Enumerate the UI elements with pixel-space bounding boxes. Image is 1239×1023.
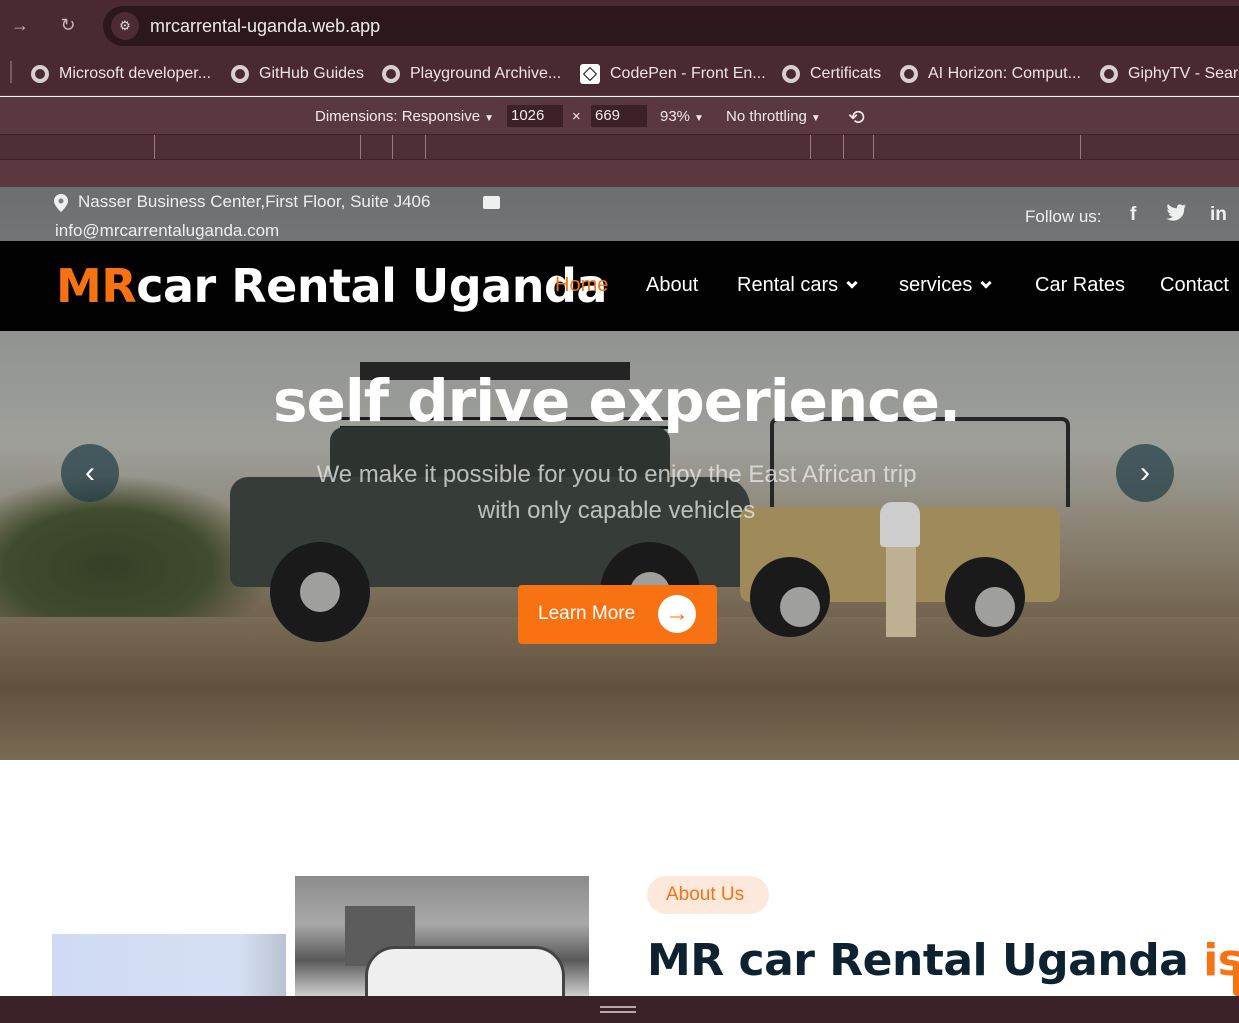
office-address: Nasser Business Center,First Floor, Suit… <box>78 192 431 211</box>
bookmark-codepen[interactable]: CodePen - Front En... <box>580 63 766 85</box>
height-input[interactable]: 669 <box>591 105 647 127</box>
forward-icon[interactable]: → <box>8 13 32 37</box>
arrow-right-icon: → <box>658 595 696 633</box>
globe-icon <box>900 65 918 83</box>
chevron-down-icon <box>846 277 858 289</box>
url-text[interactable]: mrcarrental-uganda.web.app <box>150 16 380 37</box>
envelope-icon <box>483 196 500 209</box>
times-sign: × <box>572 108 581 125</box>
chevron-right-icon: › <box>1140 456 1150 489</box>
bookmark-ai-horizon[interactable]: AI Horizon: Comput... <box>900 63 1081 85</box>
nav-about[interactable]: About <box>646 274 698 297</box>
caret-down-icon: ▼ <box>810 113 821 124</box>
about-us-badge: About Us <box>647 876 769 914</box>
codepen-icon <box>580 64 600 84</box>
globe-icon <box>382 65 400 83</box>
globe-icon <box>31 65 49 83</box>
throttling-select[interactable]: No throttling ▼ <box>726 108 821 125</box>
nav-rental-cars[interactable]: Rental cars <box>737 274 858 297</box>
top-info-bar: Nasser Business Center,First Floor, Suit… <box>0 187 1239 241</box>
carousel-prev-button[interactable]: ‹ <box>61 444 119 502</box>
website-viewport: Nasser Business Center,First Floor, Suit… <box>0 187 1239 996</box>
dimensions-select[interactable]: Dimensions: Responsive ▼ <box>315 108 494 125</box>
about-image-car <box>295 876 589 996</box>
browser-toolbar: → ↻ ⚙ mrcarrental-uganda.web.app <box>0 0 1239 52</box>
drag-handle-icon <box>600 1006 636 1008</box>
site-logo[interactable]: MRcar Rental Uganda <box>56 259 607 313</box>
devtools-resize-handle[interactable] <box>0 996 1239 1023</box>
media-query-ruler[interactable] <box>0 134 1239 160</box>
zoom-select[interactable]: 93% ▼ <box>660 108 704 125</box>
bookmark-github-guides[interactable]: GitHub Guides <box>231 63 364 85</box>
nav-contact[interactable]: Contact <box>1160 274 1229 297</box>
globe-icon <box>782 65 800 83</box>
bookmark-giphytv[interactable]: GiphyTV - Searc <box>1100 63 1239 85</box>
chevron-left-icon: ‹ <box>85 456 95 489</box>
globe-icon <box>231 65 249 83</box>
bookmarks-divider <box>10 61 12 83</box>
nav-home[interactable]: Home <box>555 274 608 297</box>
facebook-icon[interactable]: f <box>1130 204 1136 226</box>
carousel-next-button[interactable]: › <box>1116 444 1174 502</box>
globe-icon <box>1100 65 1118 83</box>
about-image-left <box>52 934 286 996</box>
side-floating-tab[interactable] <box>1233 963 1239 996</box>
chevron-down-icon <box>980 277 993 289</box>
nav-services[interactable]: services <box>899 274 993 297</box>
bookmark-playground[interactable]: Playground Archive... <box>382 63 561 85</box>
twitter-icon[interactable] <box>1166 203 1186 227</box>
caret-down-icon: ▼ <box>484 113 494 124</box>
location-pin-icon <box>54 194 68 212</box>
main-navbar: MRcar Rental Uganda Home About Rental ca… <box>0 241 1239 331</box>
reload-icon[interactable]: ↻ <box>56 13 80 37</box>
contact-email[interactable]: info@mrcarrentaluganda.com <box>55 221 279 241</box>
learn-more-button[interactable]: Learn More → <box>518 585 717 644</box>
width-input[interactable]: 1026 <box>507 105 563 127</box>
bookmarks-bar: Microsoft developer... GitHub Guides Pla… <box>0 52 1239 96</box>
bookmark-certificats[interactable]: Certificats <box>782 63 881 85</box>
address-bar[interactable]: ⚙ mrcarrental-uganda.web.app <box>103 6 1239 46</box>
device-toolbar: Dimensions: Responsive ▼ 1026 × 669 93% ▼ … <box>0 97 1239 187</box>
bookmark-microsoft[interactable]: Microsoft developer... <box>31 63 211 85</box>
about-heading: MR car Rental Uganda is <box>647 935 1239 986</box>
linkedin-icon[interactable]: in <box>1210 204 1227 226</box>
nav-car-rates[interactable]: Car Rates <box>1035 274 1125 297</box>
follow-us-label: Follow us: <box>1025 207 1102 226</box>
caret-down-icon: ▼ <box>694 113 704 124</box>
hero-subtitle: We make it possible for you to enjoy the… <box>316 461 917 524</box>
rotate-icon[interactable]: ⟲ <box>848 105 865 130</box>
hero-title: self drive experience. <box>273 367 961 435</box>
site-settings-icon[interactable]: ⚙ <box>111 12 139 40</box>
